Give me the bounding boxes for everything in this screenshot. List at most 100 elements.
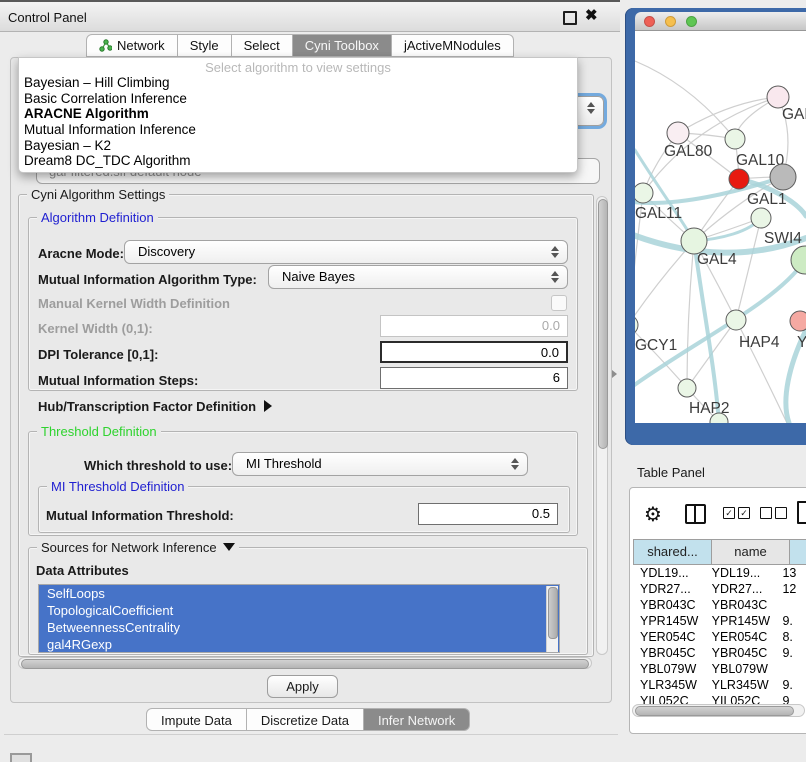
attribute-item[interactable]: SelfLoops (39, 585, 559, 602)
sources-group-label[interactable]: Sources for Network Inference (37, 540, 239, 555)
tab-jactivemnodules[interactable]: jActiveMNodules (392, 34, 514, 57)
table-row[interactable]: YPR145WYPR145W9. (633, 613, 806, 629)
dpi-tolerance-label: DPI Tolerance [0,1]: (38, 347, 158, 362)
split-columns-icon[interactable] (685, 504, 706, 524)
mit-field[interactable]: 0.5 (418, 503, 558, 525)
data-attributes-list[interactable]: SelfLoopsTopologicalCoefficientBetweenne… (38, 584, 560, 653)
close-traffic-light[interactable] (644, 16, 655, 27)
list-scrollbar-thumb[interactable] (548, 587, 558, 639)
table-hscrollbar-thumb[interactable] (635, 706, 794, 716)
table-cell: 8. (775, 629, 806, 645)
list-scrollbar[interactable] (546, 586, 558, 653)
data-attributes-label: Data Attributes (36, 563, 129, 578)
column-header[interactable]: shared... (633, 539, 712, 565)
tab-cyni-toolbox[interactable]: Cyni Toolbox (293, 34, 392, 57)
table-row[interactable]: YER054CYER054C8. (633, 629, 806, 645)
zoom-traffic-light[interactable] (686, 16, 697, 27)
kernel-width-label: Kernel Width (0,1): (38, 321, 153, 336)
panel-splitter-arrow[interactable] (612, 370, 617, 378)
node-label: SWI4 (764, 230, 802, 247)
tab-label: Cyni Toolbox (305, 34, 379, 57)
network-node[interactable] (726, 310, 746, 330)
minimize-traffic-light[interactable] (665, 16, 676, 27)
attribute-item[interactable]: TopologicalCoefficient (39, 602, 559, 619)
checked-box-icon[interactable]: ✓ (738, 507, 750, 519)
table-panel-title: Table Panel (637, 465, 705, 480)
algorithm-option[interactable]: Basic Correlation Inference (19, 91, 577, 107)
table-row[interactable]: YLR345WYLR345W9. (633, 677, 806, 693)
settings-hscrollbar-thumb[interactable] (21, 659, 589, 669)
attribute-item[interactable]: gal4RGexp (39, 636, 559, 653)
network-node[interactable] (678, 379, 696, 397)
network-node[interactable] (635, 183, 653, 203)
which-threshold-combobox[interactable]: MI Threshold (232, 452, 528, 476)
algorithm-option[interactable]: ARACNE Algorithm (19, 106, 577, 122)
network-canvas[interactable]: GALGAL80GAL10GAL1GAL11SWI4GAL4HAP4YGCY1H… (635, 31, 806, 423)
mi-type-combobox[interactable]: Naive Bayes (268, 265, 568, 289)
hub-definition-toggle[interactable]: Hub/Transcription Factor Definition (38, 399, 272, 414)
float-window-icon[interactable] (563, 11, 577, 25)
checked-box-icon[interactable]: ✓ (723, 507, 735, 519)
tab-network[interactable]: Network (86, 34, 178, 57)
bottom-left-button-fragment[interactable] (10, 753, 32, 762)
algorithm-option[interactable]: Bayesian – Hill Climbing (19, 75, 577, 91)
table-cell: 9. (775, 677, 806, 693)
unchecked-box-icon[interactable] (775, 507, 787, 519)
network-node[interactable] (729, 169, 749, 189)
algorithm-dropdown-popup: Select algorithm to view settings Bayesi… (18, 57, 578, 173)
network-graph: GALGAL80GAL10GAL1GAL11SWI4GAL4HAP4YGCY1H… (635, 31, 806, 423)
table-cell: 12 (775, 581, 806, 597)
which-threshold-label: Which threshold to use: (84, 458, 232, 473)
table-hscrollbar[interactable] (632, 704, 805, 717)
table-cell: YDL19... (705, 565, 776, 581)
network-node[interactable] (751, 208, 771, 228)
spinner-icon (550, 270, 558, 284)
network-node[interactable] (770, 164, 796, 190)
table-row[interactable]: YBR045CYBR045C9. (633, 645, 806, 661)
tab-select[interactable]: Select (232, 34, 293, 57)
mi-steps-field[interactable]: 6 (380, 367, 568, 389)
node-label: HAP4 (739, 334, 780, 351)
network-node[interactable] (725, 129, 745, 149)
network-edge (635, 241, 694, 325)
table-row[interactable]: YDR27...YDR27...12 (633, 581, 806, 597)
spinner-icon (550, 245, 558, 259)
gear-icon[interactable]: ⚙ (644, 502, 662, 526)
mi-steps-label: Mutual Information Steps: (38, 373, 198, 388)
bottom-tab-impute-data[interactable]: Impute Data (146, 708, 247, 731)
kernel-width-field[interactable]: 0.0 (380, 315, 568, 337)
unchecked-box-icon[interactable] (760, 507, 772, 519)
mi-type-value: Naive Bayes (282, 269, 355, 284)
network-node[interactable] (667, 122, 689, 144)
bottom-tab-discretize-data[interactable]: Discretize Data (247, 708, 364, 731)
bottom-tab-infer-network[interactable]: Infer Network (364, 708, 470, 731)
close-icon[interactable]: ✖ (585, 6, 598, 24)
network-node[interactable] (790, 311, 806, 331)
manual-kernel-checkbox[interactable] (551, 295, 567, 311)
algorithm-option[interactable]: Dream8 DC_TDC Algorithm (19, 153, 577, 169)
aracne-mode-combobox[interactable]: Discovery (124, 240, 568, 264)
settings-vscrollbar-thumb[interactable] (598, 199, 608, 449)
table-row[interactable]: YDL19...YDL19...13 (633, 565, 806, 581)
algorithm-option[interactable]: Bayesian – K2 (19, 138, 577, 154)
table-cell: YBR043C (705, 597, 776, 613)
network-node[interactable] (767, 86, 789, 108)
table-row[interactable]: YBL079WYBL079W (633, 661, 806, 677)
network-window-titlebar[interactable] (635, 12, 806, 31)
algorithm-placeholder: Select algorithm to view settings (19, 58, 577, 75)
algorithm-option[interactable]: Mutual Information Inference (19, 122, 577, 138)
network-node[interactable] (791, 246, 806, 274)
tab-style[interactable]: Style (178, 34, 232, 57)
cyni-settings-group-label: Cyni Algorithm Settings (27, 187, 169, 202)
dpi-tolerance-field[interactable]: 0.0 (380, 341, 568, 363)
settings-vscrollbar[interactable] (596, 196, 608, 655)
document-icon[interactable] (797, 501, 806, 524)
column-header[interactable]: name (712, 539, 790, 565)
network-node[interactable] (635, 315, 638, 335)
attribute-item[interactable]: BetweennessCentrality (39, 619, 559, 636)
table-cell: YBR045C (633, 645, 705, 661)
settings-hscrollbar[interactable] (18, 657, 592, 669)
apply-button[interactable]: Apply (267, 675, 338, 698)
column-header[interactable] (790, 539, 806, 565)
table-row[interactable]: YBR043CYBR043C (633, 597, 806, 613)
